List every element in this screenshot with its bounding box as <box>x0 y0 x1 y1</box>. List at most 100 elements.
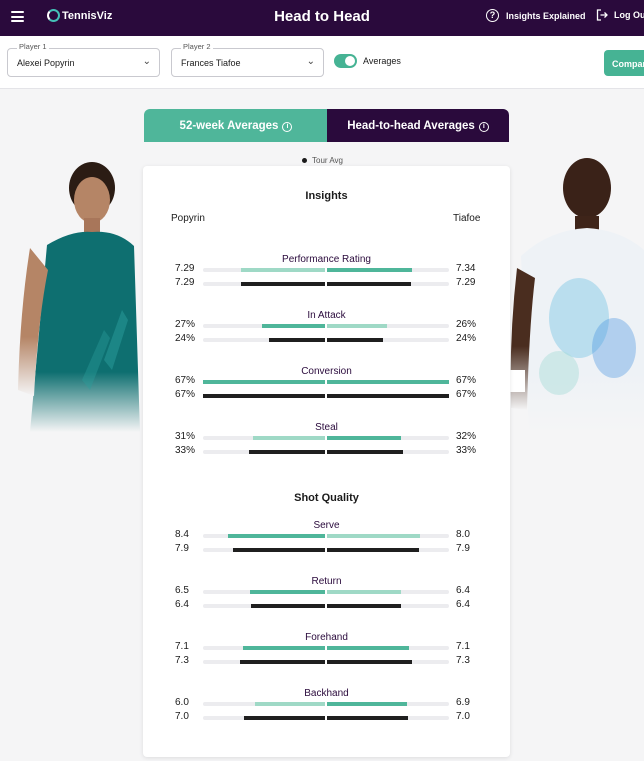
left-tour-avg-value: 7.3 <box>175 655 189 666</box>
player2-select[interactable]: Player 2 Frances Tiafoe ⌄ <box>171 42 324 77</box>
player2-select-label: Player 2 <box>181 42 213 51</box>
controls-bar: Player 1 Alexei Popyrin ⌄ Player 2 Franc… <box>0 36 644 89</box>
left-player-value: 31% <box>175 431 196 442</box>
right-player-bar <box>327 646 410 650</box>
right-tour-avg-value: 6.4 <box>456 599 470 610</box>
right-player-bar <box>327 590 402 594</box>
left-player-value: 27% <box>175 319 196 330</box>
right-player-value: 8.0 <box>456 529 470 540</box>
player-right-photo <box>509 158 644 432</box>
right-tour-avg-value: 7.29 <box>456 277 476 288</box>
left-player-value: 8.4 <box>175 529 189 540</box>
left-tour-avg-bar <box>240 660 325 664</box>
tour-avg-dot-icon <box>302 158 307 163</box>
left-player-value: 7.29 <box>175 263 195 274</box>
left-tour-avg-value: 33% <box>175 445 196 456</box>
right-tour-avg-value: 7.9 <box>456 543 470 554</box>
left-player-value: 6.0 <box>175 697 189 708</box>
player2-select-value: Frances Tiafoe <box>181 58 241 68</box>
left-tour-avg-bar <box>243 716 325 720</box>
chevron-down-icon: ⌄ <box>142 56 151 67</box>
left-tour-avg-value: 67% <box>175 389 196 400</box>
right-tour-avg-value: 7.3 <box>456 655 470 666</box>
right-player-bar <box>327 324 388 328</box>
right-player-bar <box>327 702 407 706</box>
info-icon: i <box>282 122 293 132</box>
right-tour-avg-value: 67% <box>456 389 477 400</box>
left-tour-avg-value: 7.9 <box>175 543 189 554</box>
left-player-bar <box>203 380 325 384</box>
player1-select[interactable]: Player 1 Alexei Popyrin ⌄ <box>7 42 160 77</box>
player1-select-value: Alexei Popyrin <box>17 58 75 68</box>
tour-avg-label: Tour Avg <box>312 156 343 165</box>
right-player-value: 6.9 <box>456 697 470 708</box>
right-tour-avg-bar <box>327 394 449 398</box>
right-tour-avg-bar <box>327 660 412 664</box>
right-tour-avg-bar <box>327 604 402 608</box>
right-player-bar <box>327 380 449 384</box>
left-player-value: 6.5 <box>175 585 189 596</box>
tab-52-week-label: 52-week Averages <box>179 120 279 132</box>
logout-label: Log Out <box>614 10 644 20</box>
left-tour-avg-bar <box>240 282 325 286</box>
right-tour-avg-value: 33% <box>456 445 477 456</box>
player1-select-label: Player 1 <box>17 42 49 51</box>
section-title: Insights <box>305 190 348 202</box>
left-tour-avg-bar <box>233 548 325 552</box>
logout-link[interactable]: Log Out <box>596 9 644 21</box>
logo[interactable]: TennisViz <box>47 9 112 22</box>
right-tour-avg-bar <box>327 282 412 286</box>
left-tour-avg-bar <box>248 450 325 454</box>
left-tour-avg-value: 6.4 <box>175 599 189 610</box>
tab-52-week-averages[interactable]: 52-week Averages i <box>144 109 328 142</box>
tab-h2h-label: Head-to-head Averages <box>347 120 475 132</box>
right-player-value: 7.1 <box>456 641 470 652</box>
chevron-down-icon: ⌄ <box>306 56 315 67</box>
right-tour-avg-value: 24% <box>456 333 477 344</box>
logout-icon <box>596 9 608 21</box>
tab-head-to-head-averages[interactable]: Head-to-head Averages i <box>327 109 509 142</box>
top-bar: TennisViz Head to Head ? Insights Explai… <box>0 0 644 36</box>
left-player-bar <box>249 590 325 594</box>
insights-explained-label: Insights Explained <box>506 10 586 21</box>
stats-card: Popyrin Tiafoe Insights Performance Ratin… <box>143 166 510 757</box>
left-tour-avg-bar <box>269 338 325 342</box>
left-tour-avg-bar <box>250 604 325 608</box>
info-icon: i <box>478 122 489 132</box>
left-tour-avg-value: 24% <box>175 333 196 344</box>
averages-toggle[interactable] <box>334 54 357 68</box>
left-player-bar <box>227 534 325 538</box>
right-player-bar <box>327 436 402 440</box>
right-tour-avg-value: 7.0 <box>456 711 470 722</box>
insights-explained-link[interactable]: ? Insights Explained <box>486 9 586 22</box>
right-player-value: 26% <box>456 319 477 330</box>
left-player-bar <box>255 702 325 706</box>
menu-icon[interactable] <box>11 11 24 22</box>
right-player-value: 32% <box>456 431 477 442</box>
section-title: Shot Quality <box>294 492 359 504</box>
toggle-knob <box>345 56 355 66</box>
left-player-bar <box>253 436 325 440</box>
left-player-value: 67% <box>175 375 196 386</box>
left-player-bar <box>262 324 325 328</box>
logo-text: TennisViz <box>62 9 113 22</box>
right-player-bar <box>327 268 413 272</box>
right-player-bar <box>327 534 420 538</box>
player-left-photo <box>18 162 140 432</box>
right-tour-avg-bar <box>327 338 383 342</box>
averages-toggle-group: Averages <box>334 54 401 68</box>
left-tour-avg-value: 7.0 <box>175 711 189 722</box>
averages-label: Averages <box>363 56 401 66</box>
left-player-value: 7.1 <box>175 641 189 652</box>
help-icon: ? <box>486 9 499 22</box>
left-player-bar <box>242 646 325 650</box>
right-player-value: 67% <box>456 375 477 386</box>
tour-avg-legend: Tour Avg <box>302 156 343 165</box>
left-player-bar <box>240 268 325 272</box>
left-player-name: Popyrin <box>171 213 205 224</box>
right-tour-avg-bar <box>327 548 419 552</box>
logo-icon <box>47 9 60 22</box>
right-tour-avg-bar <box>327 716 409 720</box>
compare-button[interactable]: Compare <box>604 50 644 76</box>
right-player-name: Tiafoe <box>453 213 481 224</box>
